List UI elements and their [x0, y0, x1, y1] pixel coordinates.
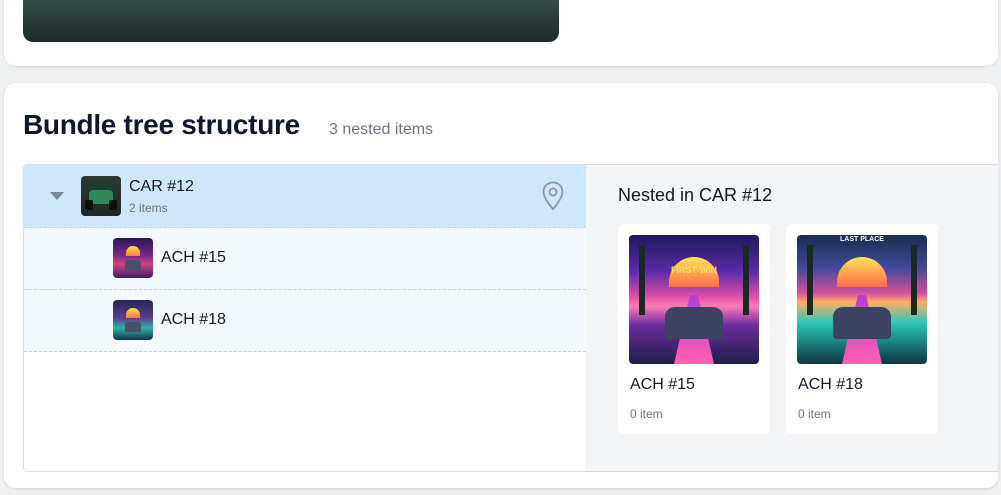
- nested-items-panel: Nested in CAR #12 FIRST WIN ACH #15 0 it…: [586, 165, 998, 471]
- car-thumbnail: [81, 176, 121, 216]
- tree-row-label: ACH #18: [161, 311, 226, 328]
- section-title: Bundle tree structure: [23, 109, 300, 140]
- card-item-count: 0 item: [630, 407, 663, 421]
- ach-15-thumbnail: [113, 238, 153, 278]
- ach-18-image: LAST PLACE: [797, 235, 927, 364]
- tree-row-count: 2 items: [129, 201, 168, 215]
- tree-row-ach-18[interactable]: ACH #18: [24, 290, 586, 352]
- nested-count-label: 3 nested items: [329, 121, 434, 138]
- ach-15-image: FIRST WIN: [629, 235, 759, 364]
- location-pin-icon[interactable]: [541, 181, 565, 211]
- tree-container: CAR #12 2 items ACH #15 ACH #18 Nested i…: [23, 164, 998, 472]
- tree-row-car-12[interactable]: CAR #12 2 items: [24, 165, 586, 228]
- card-item-count: 0 item: [798, 407, 831, 421]
- nested-card-ach-15[interactable]: FIRST WIN ACH #15 0 item: [618, 224, 770, 434]
- caret-down-icon[interactable]: [50, 192, 64, 200]
- tree-panel: CAR #12 2 items ACH #15 ACH #18: [24, 165, 586, 471]
- tree-row-ach-15[interactable]: ACH #15: [24, 228, 586, 290]
- tree-row-label: ACH #15: [161, 249, 226, 266]
- card-name: ACH #18: [798, 376, 863, 393]
- hero-image: [23, 0, 559, 42]
- ach-18-thumbnail: [113, 300, 153, 340]
- nested-card-ach-18[interactable]: LAST PLACE ACH #18 0 item: [786, 224, 938, 434]
- nested-panel-title: Nested in CAR #12: [618, 185, 773, 205]
- card-name: ACH #15: [630, 376, 695, 393]
- tree-row-label: CAR #12: [129, 178, 194, 195]
